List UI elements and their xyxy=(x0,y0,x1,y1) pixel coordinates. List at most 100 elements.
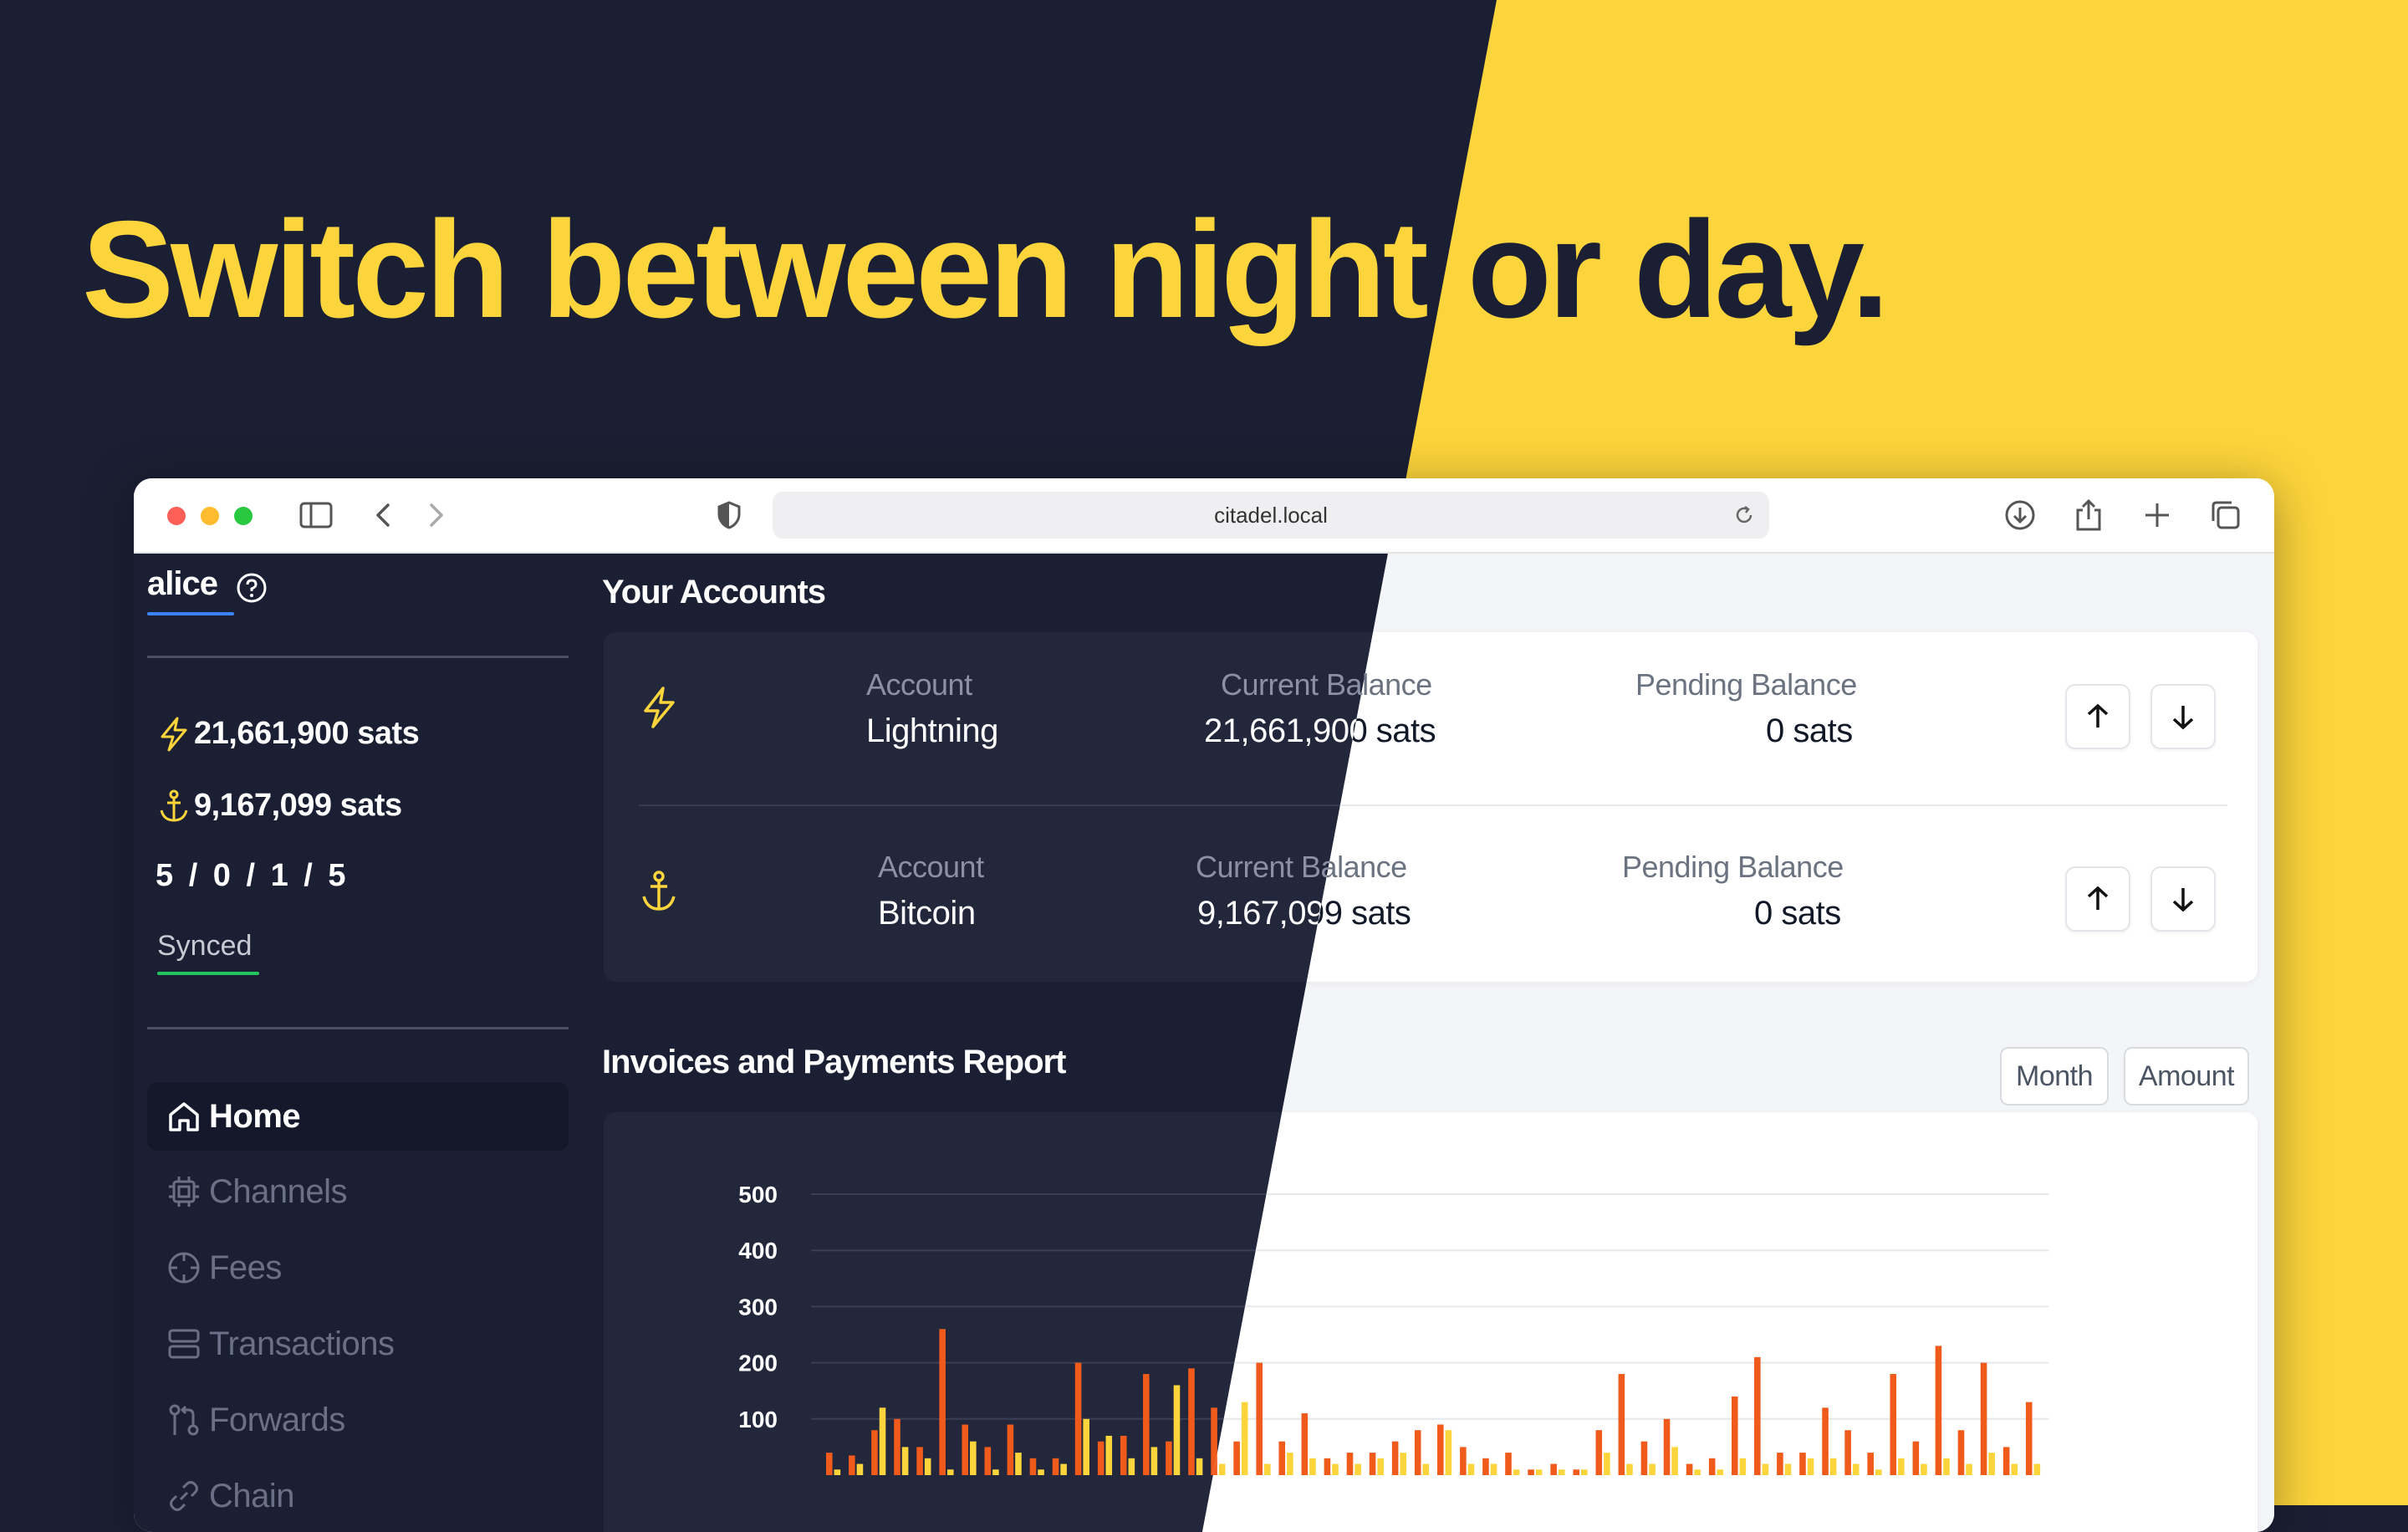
bar[interactable] xyxy=(1097,1441,1105,1475)
bar[interactable] xyxy=(1535,1469,1543,1475)
bar[interactable] xyxy=(1528,1469,1534,1475)
bar[interactable] xyxy=(962,1424,969,1475)
bar[interactable] xyxy=(879,1407,886,1475)
bar[interactable] xyxy=(1852,1463,1860,1475)
bar[interactable] xyxy=(1400,1453,1407,1475)
share-icon[interactable] xyxy=(2067,493,2110,537)
tab-overview-icon[interactable] xyxy=(2204,493,2247,537)
bar[interactable] xyxy=(1912,1441,1920,1475)
bar[interactable] xyxy=(901,1447,909,1475)
bar[interactable] xyxy=(1007,1424,1014,1475)
bar[interactable] xyxy=(1799,1453,1806,1475)
bar[interactable] xyxy=(1777,1453,1783,1475)
bar[interactable] xyxy=(1550,1463,1557,1475)
bar[interactable] xyxy=(1943,1458,1950,1475)
bar[interactable] xyxy=(1988,1453,1995,1475)
bar[interactable] xyxy=(1391,1441,1399,1475)
bar[interactable] xyxy=(1332,1463,1339,1475)
bar[interactable] xyxy=(1829,1458,1837,1475)
bar[interactable] xyxy=(1581,1469,1588,1475)
bar[interactable] xyxy=(1513,1469,1520,1475)
bar[interactable] xyxy=(1233,1441,1240,1475)
bar[interactable] xyxy=(1128,1458,1135,1475)
bar[interactable] xyxy=(1618,1374,1625,1475)
bar[interactable] xyxy=(1196,1458,1203,1475)
bar[interactable] xyxy=(1671,1447,1678,1475)
sidebar-toggle-icon[interactable] xyxy=(294,493,338,537)
bar[interactable] xyxy=(1686,1463,1693,1475)
bar[interactable] xyxy=(916,1447,923,1475)
bar[interactable] xyxy=(1844,1430,1851,1475)
bar[interactable] xyxy=(1708,1458,1716,1475)
zoom-window-button[interactable] xyxy=(234,507,253,525)
bar[interactable] xyxy=(1467,1463,1475,1475)
bar[interactable] xyxy=(856,1463,864,1475)
bar[interactable] xyxy=(1346,1453,1354,1475)
bar[interactable] xyxy=(1754,1356,1761,1475)
privacy-shield-icon[interactable] xyxy=(707,493,751,537)
bar[interactable] xyxy=(1875,1469,1882,1475)
bar[interactable] xyxy=(1173,1385,1181,1475)
bar[interactable] xyxy=(2002,1447,2010,1475)
forward-icon[interactable] xyxy=(415,493,458,537)
bar[interactable] xyxy=(1640,1441,1648,1475)
downloads-icon[interactable] xyxy=(1998,493,2042,537)
bar[interactable] xyxy=(1505,1453,1512,1475)
bar[interactable] xyxy=(1166,1441,1172,1475)
bar[interactable] xyxy=(1822,1407,1829,1475)
bar[interactable] xyxy=(1278,1441,1286,1475)
bar[interactable] xyxy=(1957,1430,1965,1475)
bar[interactable] xyxy=(1898,1458,1905,1475)
bar[interactable] xyxy=(1694,1469,1701,1475)
bar[interactable] xyxy=(1784,1463,1792,1475)
bar[interactable] xyxy=(849,1455,855,1475)
bar[interactable] xyxy=(1143,1374,1150,1475)
bar[interactable] xyxy=(1460,1447,1467,1475)
bar[interactable] xyxy=(1867,1453,1874,1475)
close-window-button[interactable] xyxy=(167,507,186,525)
bar[interactable] xyxy=(1626,1463,1633,1475)
bar[interactable] xyxy=(1807,1458,1814,1475)
bar[interactable] xyxy=(1762,1463,1769,1475)
bar[interactable] xyxy=(992,1469,999,1475)
bar[interactable] xyxy=(1052,1458,1059,1475)
bar[interactable] xyxy=(1287,1453,1293,1475)
bar[interactable] xyxy=(1717,1469,1724,1475)
bar[interactable] xyxy=(1422,1463,1430,1475)
bar[interactable] xyxy=(1301,1413,1309,1475)
bar[interactable] xyxy=(1414,1430,1421,1475)
bar[interactable] xyxy=(1604,1453,1610,1475)
bar[interactable] xyxy=(1083,1418,1089,1475)
bar[interactable] xyxy=(970,1441,977,1475)
bar[interactable] xyxy=(871,1430,878,1475)
bar[interactable] xyxy=(1890,1374,1897,1475)
bar[interactable] xyxy=(1263,1463,1271,1475)
bar[interactable] xyxy=(1377,1458,1384,1475)
address-bar[interactable]: citadel.local xyxy=(773,492,1769,539)
bar[interactable] xyxy=(1105,1435,1113,1475)
bar[interactable] xyxy=(1060,1463,1067,1475)
bar[interactable] xyxy=(1309,1458,1316,1475)
bar[interactable] xyxy=(984,1447,992,1475)
bar[interactable] xyxy=(924,1458,931,1475)
minimize-window-button[interactable] xyxy=(201,507,219,525)
bar[interactable] xyxy=(1558,1469,1565,1475)
bar[interactable] xyxy=(1029,1458,1037,1475)
bar[interactable] xyxy=(1188,1368,1195,1475)
bar[interactable] xyxy=(1731,1396,1738,1475)
bar[interactable] xyxy=(1966,1463,1972,1475)
bar[interactable] xyxy=(826,1453,833,1475)
bar[interactable] xyxy=(1935,1346,1942,1475)
bar[interactable] xyxy=(1437,1424,1444,1475)
back-icon[interactable] xyxy=(361,493,405,537)
bar[interactable] xyxy=(1739,1458,1747,1475)
bar[interactable] xyxy=(1482,1458,1489,1475)
bar[interactable] xyxy=(2025,1402,2033,1475)
bar[interactable] xyxy=(1573,1469,1580,1475)
bar[interactable] xyxy=(894,1418,900,1475)
bar[interactable] xyxy=(946,1469,954,1475)
bar[interactable] xyxy=(1354,1463,1361,1475)
bar[interactable] xyxy=(1980,1362,1987,1475)
bar[interactable] xyxy=(1324,1458,1331,1475)
reload-icon[interactable] xyxy=(1729,500,1759,530)
